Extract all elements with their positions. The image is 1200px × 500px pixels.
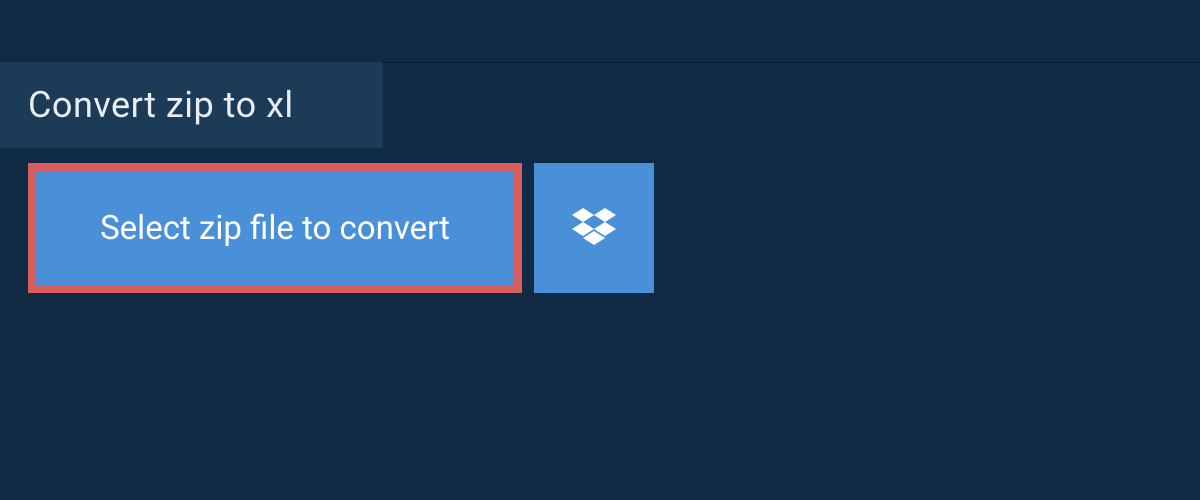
header-panel: Convert zip to xl Select zip file to con… (0, 62, 1200, 280)
select-file-label: Select zip file to convert (100, 209, 450, 248)
title-tab: Convert zip to xl (0, 62, 383, 148)
page-title: Convert zip to xl (28, 84, 294, 126)
action-button-row: Select zip file to convert (28, 163, 654, 293)
dropbox-icon (572, 208, 616, 248)
top-spacer (0, 0, 1200, 62)
select-file-button[interactable]: Select zip file to convert (28, 163, 522, 293)
dropbox-button[interactable] (534, 163, 654, 293)
